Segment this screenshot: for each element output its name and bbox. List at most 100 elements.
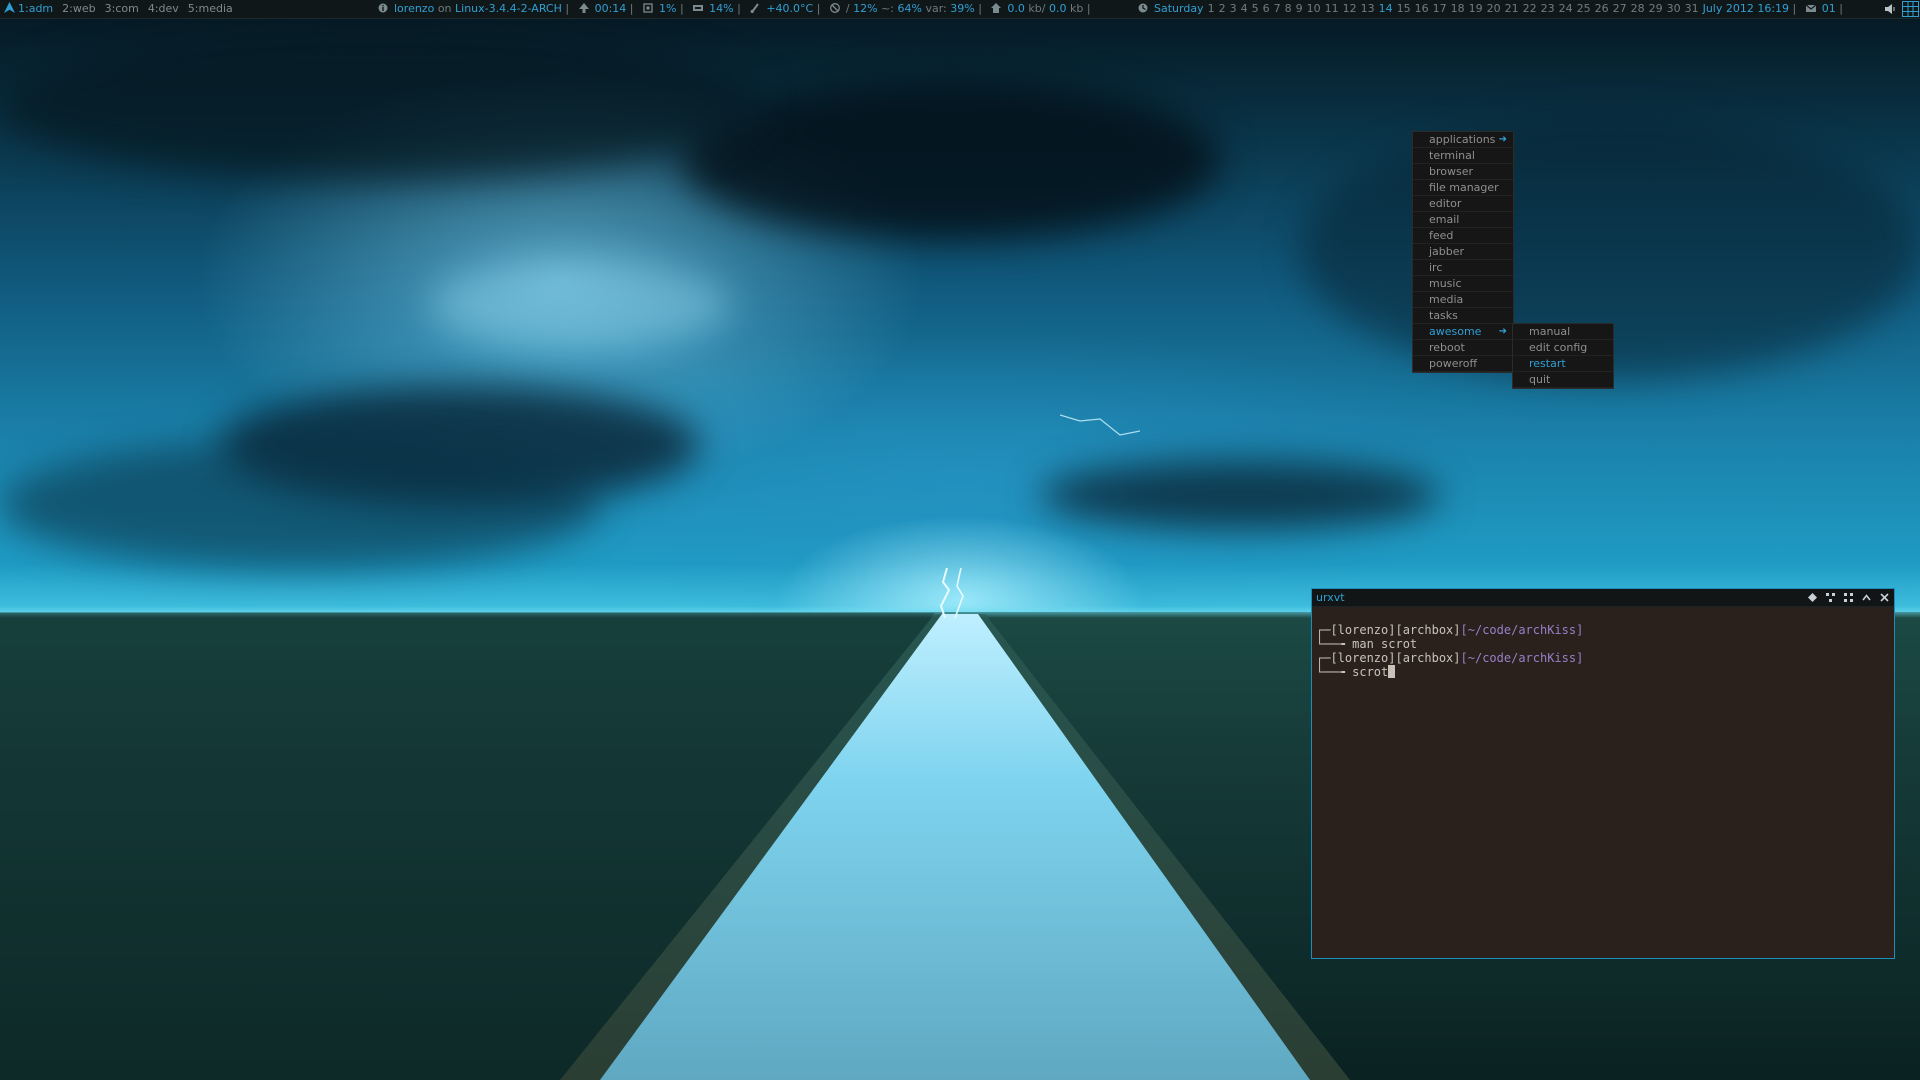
calendar-day: 10 (1306, 2, 1321, 15)
menu-item-media[interactable]: media (1413, 292, 1513, 308)
thermometer-icon (750, 3, 760, 13)
terminal-output[interactable]: ┌─[lorenzo][archbox][~/code/archKiss] └──… (1312, 607, 1894, 709)
calendar-day: 4 (1240, 2, 1248, 15)
calendar-days: 1 2 3 4 5 6 7 8 9 10 11 12 13 14 15 16 17 18 19 20 21 22 23 24 2… (1208, 2, 1703, 15)
command-prefix: └──╼ (1316, 637, 1353, 651)
system-widgets: lorenzo on Linux-3.4.4-2-ARCH | 00:14 | … (378, 0, 1091, 18)
calendar-day: 7 (1273, 2, 1281, 15)
prompt-prefix: ┌─ (1316, 651, 1331, 665)
menu-item-browser[interactable]: browser (1413, 164, 1513, 180)
submenu-item-manual[interactable]: manual (1513, 324, 1613, 340)
volume-icon[interactable] (1885, 3, 1897, 15)
menu-item-label: awesome (1429, 325, 1482, 338)
text-cursor (1388, 665, 1396, 678)
prompt-user: [lorenzo] (1330, 651, 1396, 665)
calendar-day: 31 (1684, 2, 1699, 15)
uptime-value: 00:14 (594, 2, 627, 15)
menu-item-editor[interactable]: editor (1413, 196, 1513, 212)
calendar-day: 9 (1295, 2, 1303, 15)
memory-usage: 14% (709, 2, 734, 15)
menu-item-file-manager[interactable]: file manager (1413, 180, 1513, 196)
command-text: man scrot (1352, 637, 1418, 651)
awesome-submenu: manual edit config restart quit (1512, 323, 1614, 389)
menu-item-label: jabber (1429, 245, 1465, 258)
calendar-day: 14 (1378, 2, 1393, 15)
menu-item-label: terminal (1429, 149, 1475, 162)
mail-icon[interactable] (1805, 3, 1816, 13)
tag-1-adm[interactable]: 1:adm (18, 2, 53, 15)
fs-var-label: var: (925, 2, 947, 15)
memory-icon (693, 5, 704, 11)
menu-item-label: quit (1529, 373, 1551, 386)
awesome-main-menu: applications ➜ terminal browser file mana… (1412, 131, 1514, 373)
command-prefix: └──╼ (1316, 665, 1353, 679)
calendar-day: 15 (1396, 2, 1411, 15)
prompt-prefix: ┌─ (1316, 623, 1331, 637)
command-line: └──╼ scrot (1316, 665, 1890, 679)
sticky-toggle-icon[interactable] (1825, 589, 1836, 606)
fs-home-usage: 64% (897, 2, 922, 15)
submenu-item-edit-config[interactable]: edit config (1513, 340, 1613, 356)
calendar-day: 30 (1666, 2, 1681, 15)
uptime-arrow-icon (578, 3, 589, 13)
on-label: on (437, 2, 452, 15)
calendar-day: 13 (1360, 2, 1375, 15)
menu-item-reboot[interactable]: reboot (1413, 340, 1513, 356)
menu-item-label: edit config (1529, 341, 1588, 354)
menu-item-irc[interactable]: irc (1413, 260, 1513, 276)
fs-home-label: ~: (881, 2, 895, 15)
menu-item-label: file manager (1429, 181, 1499, 194)
close-icon[interactable] (1879, 589, 1890, 606)
temperature: +40.0°C (766, 2, 814, 15)
tag-4-dev[interactable]: 4:dev (148, 2, 179, 15)
net-up: 0.0 (1048, 2, 1067, 15)
fs-var-usage: 39% (950, 2, 975, 15)
calendar-day: 18 (1450, 2, 1465, 15)
net-up-unit: kb (1069, 2, 1084, 15)
window-controls (1807, 589, 1890, 606)
terminal-title: urxvt (1316, 591, 1345, 604)
terminal-window[interactable]: urxvt ┌─[lorenzo][archbox][~/code/archKi… (1311, 588, 1895, 959)
ontop-toggle-icon[interactable] (1861, 589, 1872, 606)
menu-item-music[interactable]: music (1413, 276, 1513, 292)
lightning-bolt (1060, 414, 1140, 436)
layout-grid-icon[interactable] (1902, 1, 1919, 17)
menu-item-awesome[interactable]: awesome ➜ (1413, 324, 1513, 340)
menu-item-applications[interactable]: applications ➜ (1413, 132, 1513, 148)
menu-item-terminal[interactable]: terminal (1413, 148, 1513, 164)
menu-item-label: music (1429, 277, 1462, 290)
net-down: 0.0 (1007, 2, 1025, 15)
calendar-day: 11 (1324, 2, 1339, 15)
menu-item-email[interactable]: email (1413, 212, 1513, 228)
submenu-item-quit[interactable]: quit (1513, 372, 1613, 388)
calendar-day: 20 (1486, 2, 1501, 15)
command-text: scrot (1352, 665, 1389, 679)
menu-item-poweroff[interactable]: poweroff (1413, 356, 1513, 372)
menu-item-tasks[interactable]: tasks (1413, 308, 1513, 324)
tag-2-web[interactable]: 2:web (62, 2, 95, 15)
weekday: Saturday (1154, 2, 1204, 15)
menu-item-feed[interactable]: feed (1413, 228, 1513, 244)
calendar-day: 16 (1414, 2, 1429, 15)
network-icon (991, 3, 1002, 13)
menu-item-jabber[interactable]: jabber (1413, 244, 1513, 260)
calendar-day: 23 (1540, 2, 1555, 15)
tag-5-media[interactable]: 5:media (188, 2, 233, 15)
calendar-day: 6 (1262, 2, 1270, 15)
calendar-day: 1 (1207, 2, 1215, 15)
tag-3-com[interactable]: 3:com (105, 2, 139, 15)
calendar-day: 3 (1229, 2, 1237, 15)
fs-root-usage: 12% (853, 2, 878, 15)
menu-item-label: reboot (1429, 341, 1465, 354)
menu-item-label: feed (1429, 229, 1454, 242)
user-name: lorenzo (394, 2, 435, 15)
calendar-widget[interactable]: Saturday 1 2 3 4 5 6 7 8 9 10 11 12 13 14 15 16 17 18 19 20 2… (1138, 0, 1843, 18)
prompt-user: [lorenzo] (1330, 623, 1396, 637)
menu-item-label: applications (1429, 133, 1496, 146)
arch-logo-icon[interactable] (4, 2, 15, 13)
floating-toggle-icon[interactable] (1807, 589, 1818, 606)
submenu-item-restart[interactable]: restart (1513, 356, 1613, 372)
maximize-icon[interactable] (1843, 589, 1854, 606)
terminal-titlebar[interactable]: urxvt (1312, 589, 1894, 607)
menu-item-label: tasks (1429, 309, 1458, 322)
